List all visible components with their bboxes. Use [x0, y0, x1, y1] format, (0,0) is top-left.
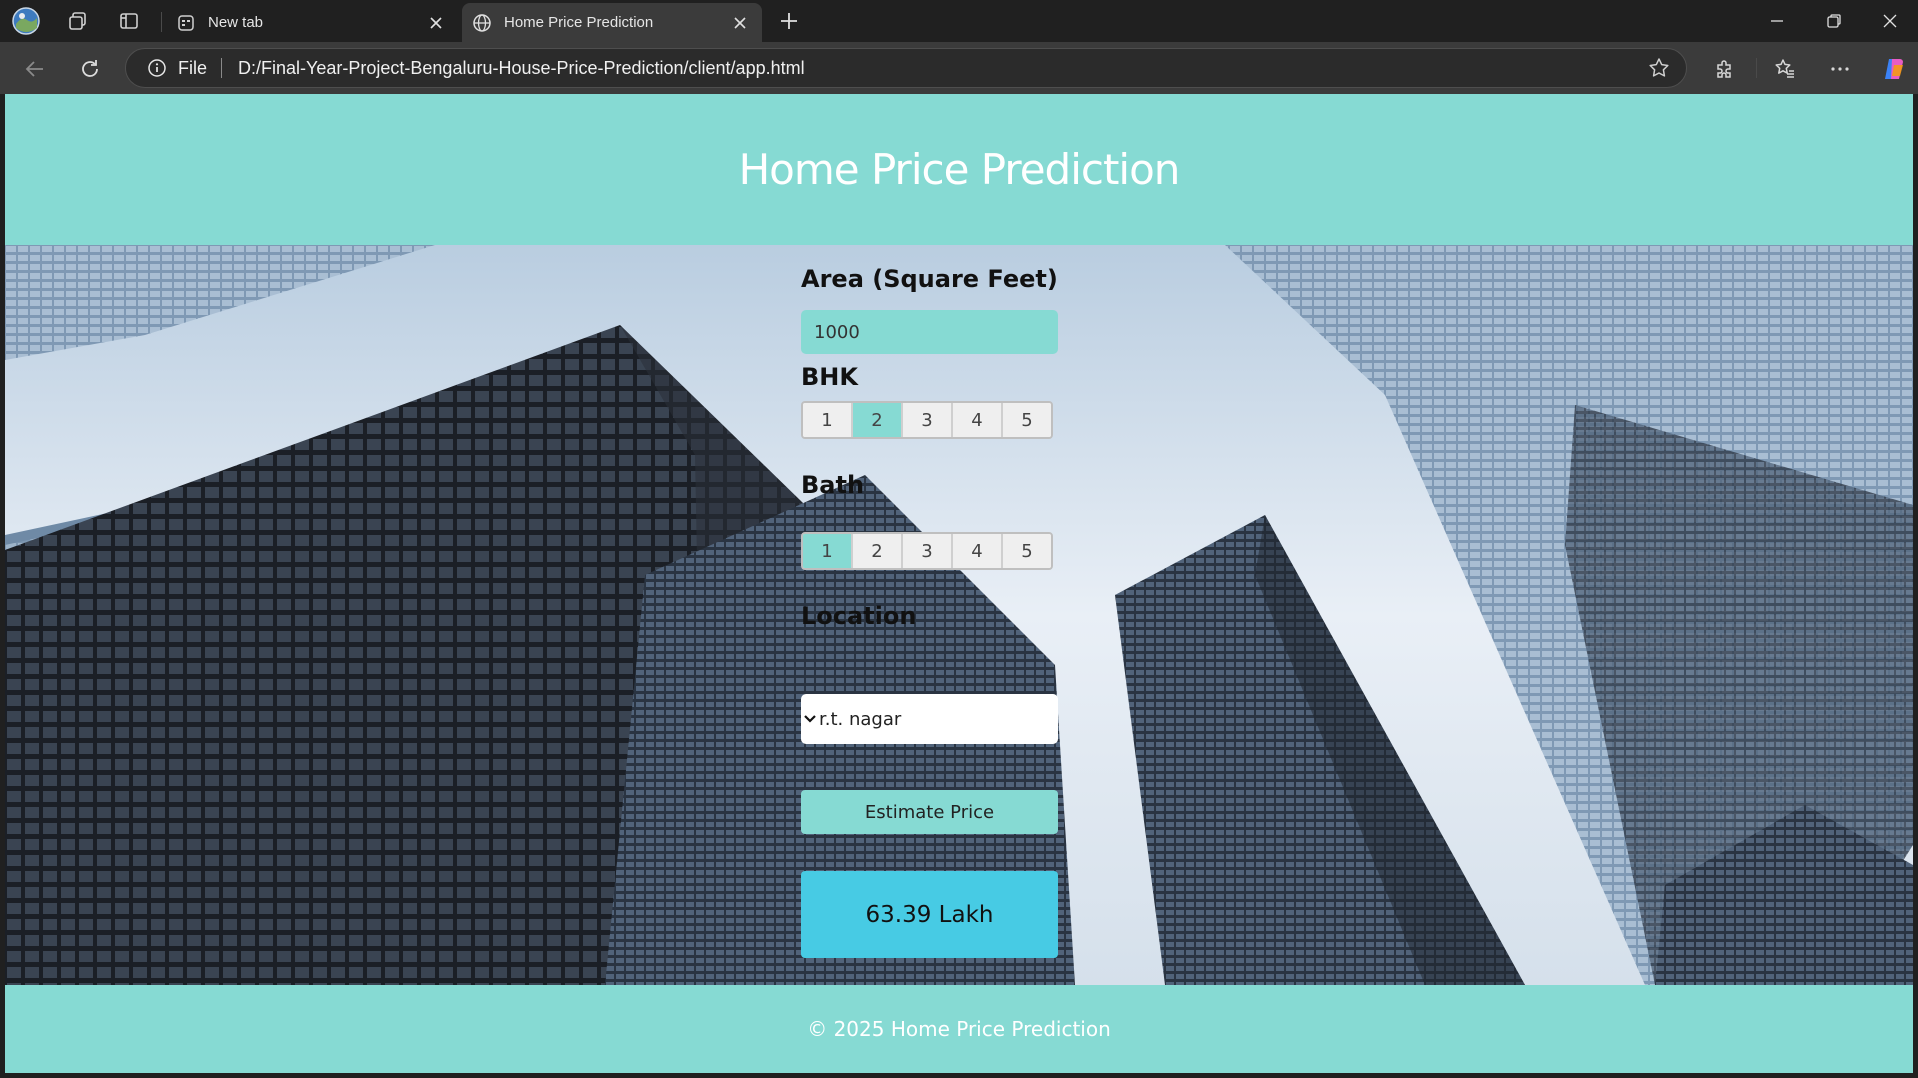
area-label: Area (Square Feet): [801, 265, 1058, 293]
bhk-selector: 1 2 3 4 5: [801, 401, 1053, 439]
new-tab-plus-icon[interactable]: [774, 6, 804, 36]
bhk-option-3[interactable]: 3: [903, 403, 953, 437]
minimize-icon[interactable]: [1749, 0, 1805, 42]
scheme-label: File: [178, 57, 208, 78]
hero-section: Area (Square Feet) 1000 BHK 1 2 3 4 5 Ba…: [5, 245, 1913, 985]
close-tab-icon[interactable]: [726, 9, 754, 37]
page-header: Home Price Prediction: [5, 94, 1913, 245]
restore-icon[interactable]: [1806, 0, 1862, 42]
toolbar-divider: [1756, 58, 1757, 78]
address-bar[interactable]: File D:/Final-Year-Project-Bengaluru-Hou…: [125, 48, 1687, 88]
tab-new-tab[interactable]: New tab: [166, 3, 458, 42]
page-title: Home Price Prediction: [738, 145, 1181, 194]
bhk-label: BHK: [801, 363, 858, 391]
bath-option-3[interactable]: 3: [903, 534, 953, 568]
browser-toolbar: File D:/Final-Year-Project-Bengaluru-Hou…: [0, 42, 1918, 94]
bhk-option-5[interactable]: 5: [1003, 403, 1051, 437]
browser-title-bar: New tab Home Price Prediction: [0, 0, 1918, 42]
back-arrow-icon[interactable]: [18, 52, 52, 86]
tab-home-price-prediction[interactable]: Home Price Prediction: [462, 3, 762, 42]
location-selected-value: r.t. nagar: [819, 708, 902, 730]
tab-title: New tab: [208, 14, 264, 31]
page-footer: © 2025 Home Price Prediction: [5, 985, 1913, 1073]
extensions-puzzle-icon[interactable]: [1707, 52, 1741, 86]
tab-title: Home Price Prediction: [504, 14, 654, 31]
estimate-price-button[interactable]: Estimate Price: [801, 790, 1058, 834]
profile-avatar-icon[interactable]: [11, 6, 41, 36]
bhk-option-2[interactable]: 2: [853, 403, 903, 437]
refresh-icon[interactable]: [73, 52, 107, 86]
site-info-icon[interactable]: [146, 57, 168, 79]
globe-icon: [472, 13, 492, 33]
address-divider: [221, 58, 223, 78]
close-window-icon[interactable]: [1862, 0, 1918, 42]
bhk-option-4[interactable]: 4: [953, 403, 1003, 437]
workspaces-icon[interactable]: [63, 6, 93, 36]
vertical-tabs-icon[interactable]: [114, 6, 144, 36]
bath-selector: 1 2 3 4 5: [801, 532, 1053, 570]
bath-label: Bath: [801, 471, 865, 499]
tab-strip-divider: [161, 12, 162, 32]
footer-copyright: © 2025 Home Price Prediction: [807, 1017, 1111, 1041]
copilot-icon[interactable]: [1877, 52, 1911, 86]
bhk-option-1[interactable]: 1: [803, 403, 853, 437]
web-page: Home Price Prediction Area (Square Feet)…: [5, 94, 1913, 1073]
location-select[interactable]: r.t. nagar: [801, 694, 1058, 744]
favorites-icon[interactable]: [1768, 52, 1802, 86]
bath-option-4[interactable]: 4: [953, 534, 1003, 568]
close-tab-icon[interactable]: [422, 9, 450, 37]
bath-option-5[interactable]: 5: [1003, 534, 1051, 568]
area-input[interactable]: 1000: [801, 310, 1058, 354]
url-text[interactable]: D:/Final-Year-Project-Bengaluru-House-Pr…: [238, 58, 1644, 79]
more-options-icon[interactable]: [1823, 52, 1857, 86]
estimated-price-result: 63.39 Lakh: [801, 871, 1058, 958]
new-tab-icon: [176, 13, 196, 33]
bath-option-2[interactable]: 2: [853, 534, 903, 568]
chevron-down-icon: [804, 715, 816, 723]
bath-option-1[interactable]: 1: [803, 534, 853, 568]
favorite-star-icon[interactable]: [1644, 53, 1674, 83]
location-label: Location: [801, 602, 917, 630]
